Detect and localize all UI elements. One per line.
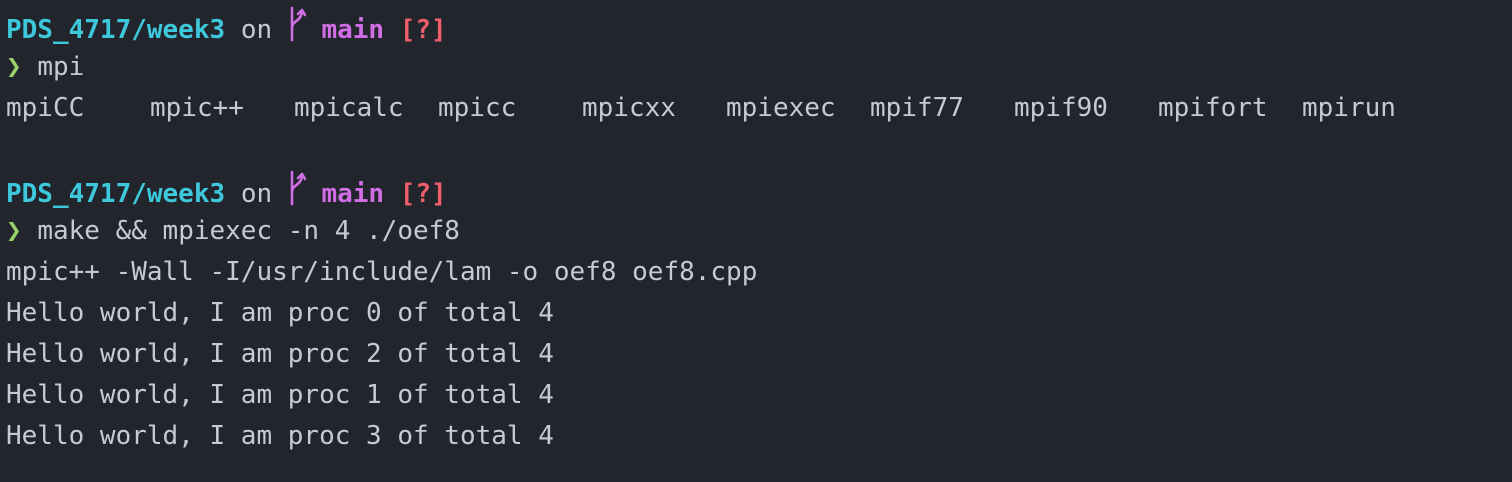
completion-item[interactable]: mpirun [1302, 88, 1446, 129]
output-line: Hello world, I am proc 1 of total 4 [6, 380, 554, 410]
completion-list: mpiCC mpic++ mpicalc mpicc mpicxx mpiexe… [6, 88, 1512, 129]
prompt-branch: main [321, 15, 385, 45]
prompt-status: [?] [399, 15, 447, 45]
prompt-path: PDS_4717/week3 [6, 15, 226, 45]
prompt-branch: main [321, 179, 385, 209]
output-line: Hello world, I am proc 2 of total 4 [6, 339, 554, 369]
completion-item[interactable]: mpicc [438, 88, 582, 129]
prompt-path: PDS_4717/week3 [6, 179, 226, 209]
completion-item[interactable]: mpif90 [1014, 88, 1158, 129]
completion-item[interactable]: mpifort [1158, 88, 1302, 129]
command-line: ❯ mpi [6, 47, 1512, 88]
completion-item[interactable]: mpiexec [726, 88, 870, 129]
command-text: make && mpiexec -n 4 ./oef8 [37, 216, 460, 246]
prompt-on: on [240, 15, 273, 45]
completion-item[interactable]: mpic++ [150, 88, 294, 129]
output-line: Hello world, I am proc 0 of total 4 [6, 298, 554, 328]
completion-item[interactable]: mpicalc [294, 88, 438, 129]
terminal-window[interactable]: PDS_4717/week3 on main [?] ❯ mpi mpiCC m… [0, 0, 1512, 482]
prompt-char: ❯ [6, 52, 22, 82]
output-line: mpic++ -Wall -I/usr/include/lam -o oef8 … [6, 257, 758, 287]
prompt-on: on [240, 179, 273, 209]
prompt-status: [?] [399, 179, 447, 209]
output-line: Hello world, I am proc 3 of total 4 [6, 421, 554, 451]
completion-item[interactable]: mpiCC [6, 88, 150, 129]
command-text: mpi [37, 52, 85, 82]
completion-item[interactable]: mpicxx [582, 88, 726, 129]
git-branch-icon [288, 6, 307, 55]
prompt-line: PDS_4717/week3 on main [?] [6, 6, 1512, 47]
prompt-line: PDS_4717/week3 on main [?] [6, 170, 1512, 211]
prompt-char: ❯ [6, 216, 22, 246]
completion-item[interactable]: mpif77 [870, 88, 1014, 129]
command-line: ❯ make && mpiexec -n 4 ./oef8 [6, 211, 1512, 252]
